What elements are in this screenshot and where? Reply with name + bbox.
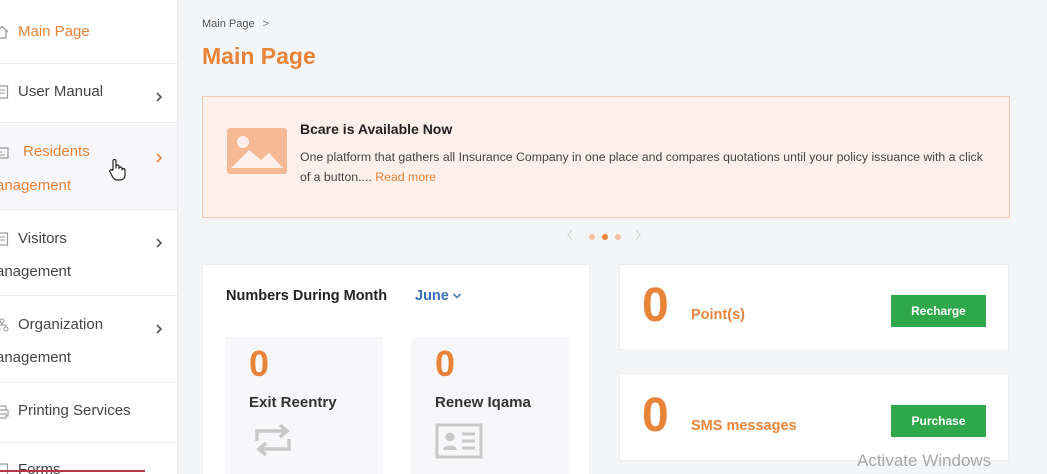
sidebar: Main Page User Manual Residents anagemen… [0, 0, 178, 474]
sidebar-item-label: Printing Services [18, 402, 131, 419]
printer-icon [0, 405, 9, 419]
sidebar-item-label: Organization [18, 316, 104, 333]
chevron-right-icon [156, 92, 163, 102]
stat-value: 0 [249, 343, 270, 384]
sidebar-item-visitors-management[interactable]: Visitors anagement [0, 210, 177, 296]
chevron-right-icon [156, 324, 163, 334]
sidebar-item-sublabel: anagement [0, 263, 72, 280]
id-card-icon [435, 423, 483, 459]
chevron-right-icon [156, 238, 163, 248]
purchase-button[interactable]: Purchase [891, 405, 986, 437]
sidebar-item-label: User Manual [18, 83, 104, 100]
sidebar-item-residents-management[interactable]: Residents anagement [0, 123, 177, 210]
sms-value: 0 [642, 389, 669, 442]
month-value: June [415, 288, 449, 304]
sms-label: SMS messages [691, 418, 797, 434]
sidebar-item-user-manual[interactable]: User Manual [0, 64, 177, 123]
sidebar-item-label: Residents [23, 143, 90, 160]
document-icon [0, 85, 9, 99]
stat-exit-reentry[interactable]: 0 Exit Reentry [225, 337, 383, 474]
stat-renew-iqama[interactable]: 0 Renew Iqama [411, 337, 569, 474]
page-title: Main Page [202, 43, 316, 69]
points-card: 0 Point(s) Recharge [619, 264, 1009, 350]
carousel-controls [566, 228, 646, 244]
activate-windows-watermark: Activate Windows [857, 451, 992, 470]
banner-text: One platform that gathers all Insurance … [300, 147, 990, 187]
points-label: Point(s) [691, 307, 745, 323]
carousel-dot[interactable] [615, 234, 621, 240]
chevron-right-icon [156, 153, 163, 163]
home-icon [0, 25, 9, 39]
numbers-during-month-card: Numbers During Month June 0 Exit Reentry… [202, 264, 590, 474]
breadcrumb-separator: > [262, 18, 270, 30]
recharge-button[interactable]: Recharge [891, 295, 986, 327]
sidebar-item-organization-management[interactable]: Organization anagement [0, 296, 177, 383]
sidebar-item-label: Forms [18, 461, 61, 474]
document-icon [0, 463, 9, 474]
chevron-down-icon [452, 293, 461, 299]
banner-title: Bcare is Available Now [300, 121, 453, 137]
stat-label: Renew Iqama [435, 394, 531, 411]
carousel-dot-active[interactable] [602, 234, 608, 240]
organization-icon [0, 318, 9, 332]
stat-label: Exit Reentry [249, 394, 337, 411]
points-value: 0 [642, 279, 669, 332]
sidebar-item-label: Visitors [18, 230, 67, 247]
breadcrumb: Main Page > [202, 18, 269, 30]
sidebar-item-sublabel: anagement [0, 349, 72, 366]
read-more-link[interactable]: Read more [375, 170, 436, 184]
image-placeholder-icon [227, 128, 287, 174]
sidebar-item-sublabel: anagement [0, 177, 72, 194]
reentry-icon [255, 423, 291, 457]
month-dropdown[interactable]: June [415, 288, 462, 304]
id-card-icon [0, 147, 9, 159]
announcement-banner: Bcare is Available Now One platform that… [202, 96, 1010, 218]
sidebar-item-printing-services[interactable]: Printing Services [0, 383, 177, 443]
chevron-left-icon[interactable] [566, 228, 574, 242]
stat-value: 0 [435, 343, 456, 384]
card-title: Numbers During Month [226, 288, 388, 304]
sidebar-item-label: Main Page [18, 23, 90, 40]
hand-cursor-icon [109, 158, 126, 181]
chevron-right-icon[interactable] [634, 228, 642, 242]
carousel-dot[interactable] [589, 234, 595, 240]
sms-card: 0 SMS messages Purchase [619, 373, 1009, 461]
document-icon [0, 232, 9, 246]
sidebar-item-main-page[interactable]: Main Page [0, 0, 177, 64]
breadcrumb-item[interactable]: Main Page [202, 18, 255, 30]
highlight-underline [0, 470, 145, 472]
